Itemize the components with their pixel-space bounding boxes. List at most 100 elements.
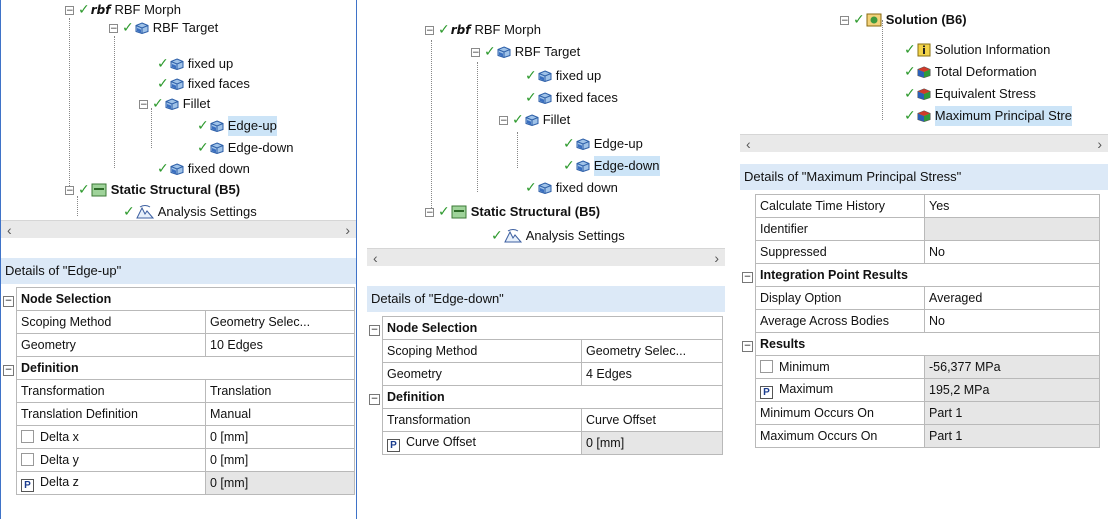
horizontal-scrollbar[interactable]: ‹ › [740, 134, 1108, 152]
table-row[interactable]: Minimum Occurs On Part 1 [740, 401, 1100, 425]
parameter-p-checkbox[interactable]: P [21, 478, 34, 492]
scroll-left-icon[interactable]: ‹ [373, 250, 378, 266]
details-grid: − Node Selection Scoping Method Geometry… [367, 316, 723, 455]
collapse-icon[interactable]: − [425, 207, 434, 217]
check-icon: ✓ [563, 158, 575, 174]
scroll-left-icon[interactable]: ‹ [746, 136, 751, 152]
table-row[interactable]: Scoping Method Geometry Selec... [367, 339, 723, 363]
tree-item-fixed-faces[interactable]: ✓ fixed faces [525, 88, 618, 108]
tree-item-rbf-target[interactable]: − ✓ RBF Target [471, 42, 580, 62]
tree-item-static-structural[interactable]: − ✓ Static Structural (B5) [65, 180, 240, 200]
table-row[interactable]: Suppressed No [740, 240, 1100, 264]
table-row[interactable]: Geometry 10 Edges [1, 333, 355, 357]
collapse-icon[interactable]: − [471, 47, 480, 57]
environment-icon [91, 183, 107, 197]
tree-item-edge-down[interactable]: ✓ Edge-down [197, 138, 294, 158]
panel-max-principal-stress: − ✓ Solution (B6) ✓ Solution Information… [740, 0, 1108, 519]
table-row[interactable]: Display Option Averaged [740, 286, 1100, 310]
collapse-icon[interactable]: − [425, 25, 434, 35]
parameter-checkbox[interactable] [760, 360, 773, 373]
collapse-icon[interactable]: − [139, 99, 148, 109]
section-node-selection[interactable]: − Node Selection [1, 287, 355, 311]
table-row[interactable]: Maximum Occurs On Part 1 [740, 424, 1100, 448]
table-row[interactable]: Calculate Time History Yes [740, 194, 1100, 218]
collapse-icon[interactable]: − [742, 271, 753, 283]
tree-item-solution-information[interactable]: ✓ Solution Information [904, 40, 1050, 60]
collapse-icon[interactable]: − [65, 185, 74, 195]
tree-item-rbf-morph[interactable]: − ✓ rbf RBF Morph [65, 0, 181, 20]
collapse-icon[interactable]: − [3, 364, 14, 376]
tree-label: Fillet [182, 96, 211, 111]
collapse-icon[interactable]: − [369, 393, 380, 405]
table-row[interactable]: Translation Definition Manual [1, 402, 355, 426]
cube-icon [170, 163, 184, 175]
tree-item-rbf-morph[interactable]: − ✓ rbf RBF Morph [425, 20, 541, 40]
check-icon: ✓ [122, 20, 134, 36]
tree-item-fillet[interactable]: − ✓ Fillet [499, 110, 570, 130]
scroll-right-icon[interactable]: › [714, 250, 719, 266]
parameter-p-checkbox[interactable]: P [387, 438, 400, 452]
check-icon: ✓ [157, 56, 169, 72]
horizontal-scrollbar[interactable]: ‹ › [367, 248, 725, 266]
table-row[interactable]: Transformation Curve Offset [367, 408, 723, 432]
collapse-icon[interactable]: − [499, 115, 508, 125]
check-icon: ✓ [157, 161, 169, 177]
section-definition[interactable]: − Definition [367, 385, 723, 409]
section-integration-point-results[interactable]: − Integration Point Results [740, 263, 1100, 287]
collapse-icon[interactable]: − [109, 23, 118, 33]
tree-label: Equivalent Stress [934, 86, 1036, 101]
check-icon: ✓ [78, 2, 90, 18]
check-icon: ✓ [78, 182, 90, 198]
collapse-icon[interactable]: − [369, 324, 380, 336]
tree-item-edge-up[interactable]: ✓ Edge-up [197, 116, 277, 136]
tree-item-equivalent-stress[interactable]: ✓ Equivalent Stress [904, 84, 1036, 104]
horizontal-scrollbar[interactable]: ‹ › [1, 220, 356, 238]
table-row[interactable]: P Curve Offset 0 [mm] [367, 431, 723, 455]
tree-item-edge-up[interactable]: ✓ Edge-up [563, 134, 643, 154]
scroll-left-icon[interactable]: ‹ [7, 222, 12, 238]
table-row[interactable]: P Maximum 195,2 MPa [740, 378, 1100, 402]
collapse-icon[interactable]: − [840, 15, 849, 25]
tree-item-fixed-up[interactable]: ✓ fixed up [157, 54, 233, 74]
table-row[interactable]: Transformation Translation [1, 379, 355, 403]
table-row[interactable]: Average Across Bodies No [740, 309, 1100, 333]
tree-label: fixed down [187, 161, 250, 176]
table-row[interactable]: Scoping Method Geometry Selec... [1, 310, 355, 334]
section-node-selection[interactable]: − Node Selection [367, 316, 723, 340]
collapse-icon[interactable]: − [3, 295, 14, 307]
tree-label: RBF Morph [114, 2, 181, 17]
table-row[interactable]: P Delta z 0 [mm] [1, 471, 355, 495]
tree-item-edge-down[interactable]: ✓ Edge-down [563, 156, 660, 176]
collapse-icon[interactable]: − [65, 5, 74, 15]
parameter-checkbox[interactable] [21, 430, 34, 443]
tree-item-analysis-settings[interactable]: ✓ Analysis Settings [123, 202, 257, 222]
tree-item-fixed-down[interactable]: ✓ fixed down [525, 178, 618, 198]
table-row[interactable]: Geometry 4 Edges [367, 362, 723, 386]
collapse-icon[interactable]: − [742, 340, 753, 352]
table-row[interactable]: Delta y 0 [mm] [1, 448, 355, 472]
table-row[interactable]: Delta x 0 [mm] [1, 425, 355, 449]
tree-item-fixed-faces[interactable]: ✓ fixed faces [157, 74, 250, 94]
tree-item-max-principal-stress[interactable]: ✓ Maximum Principal Stre [904, 106, 1072, 126]
cube-icon [210, 120, 224, 132]
details-grid: Calculate Time History Yes Identifier Su… [740, 194, 1100, 448]
tree-item-rbf-target[interactable]: − ✓ RBF Target [109, 18, 218, 38]
tree-item-fixed-up[interactable]: ✓ fixed up [525, 66, 601, 86]
section-definition[interactable]: − Definition [1, 356, 355, 380]
tree-label: Maximum Principal Stre [934, 106, 1072, 126]
tree-item-analysis-settings[interactable]: ✓ Analysis Settings [491, 226, 625, 246]
scroll-right-icon[interactable]: › [1097, 136, 1102, 152]
check-icon: ✓ [525, 90, 537, 106]
section-results[interactable]: − Results [740, 332, 1100, 356]
tree-item-fillet[interactable]: − ✓ Fillet [139, 94, 210, 114]
scroll-right-icon[interactable]: › [345, 222, 350, 238]
tree-item-total-deformation[interactable]: ✓ Total Deformation [904, 62, 1037, 82]
tree-item-static-structural[interactable]: − ✓ Static Structural (B5) [425, 202, 600, 222]
table-row[interactable]: Identifier [740, 217, 1100, 241]
table-row[interactable]: Minimum -56,377 MPa [740, 355, 1100, 379]
tree-label: fixed faces [555, 90, 618, 105]
parameter-checkbox[interactable] [21, 453, 34, 466]
parameter-p-checkbox[interactable]: P [760, 385, 773, 399]
tree-item-solution[interactable]: − ✓ Solution (B6) [840, 10, 967, 30]
tree-item-fixed-down[interactable]: ✓ fixed down [157, 159, 250, 179]
